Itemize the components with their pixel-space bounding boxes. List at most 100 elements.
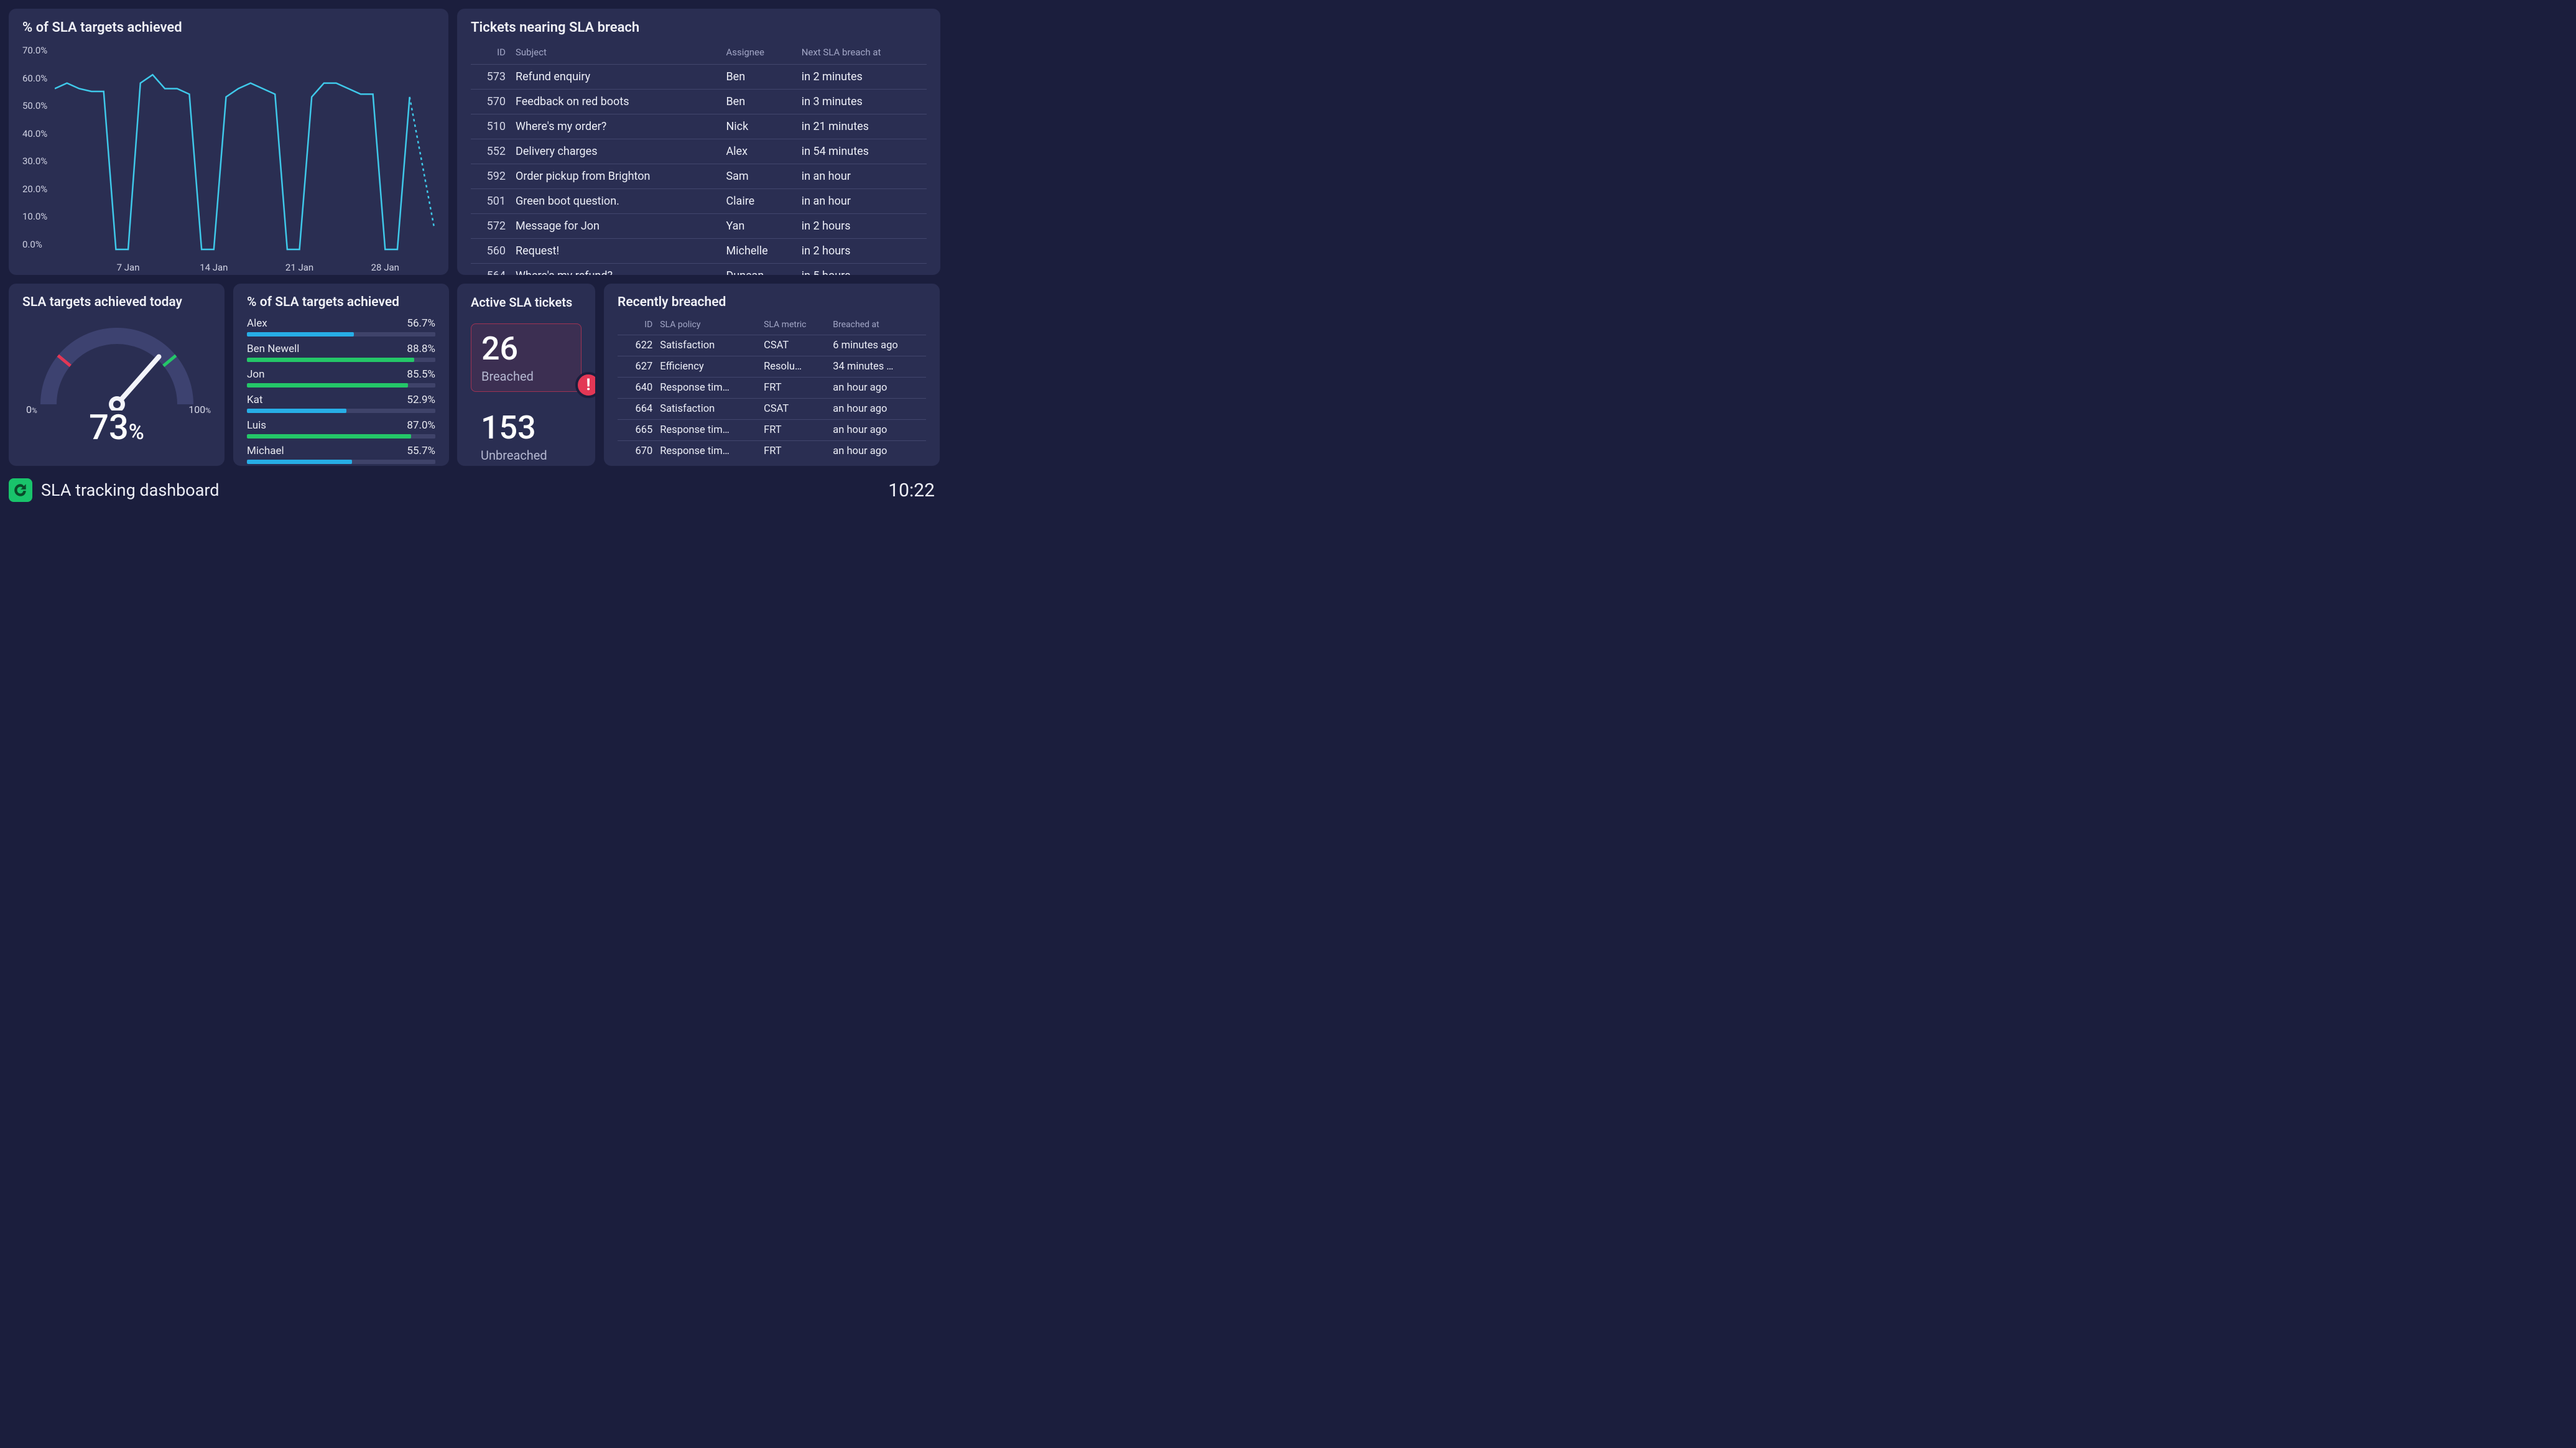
cell-subject: Order pickup from Brighton <box>511 164 721 189</box>
y-tick-label: 60.0% <box>22 73 47 84</box>
table-row[interactable]: 573Refund enquiryBenin 2 minutes <box>471 65 927 90</box>
cell-at: 34 minutes … <box>829 356 926 378</box>
cell-assignee: Nick <box>721 114 796 139</box>
cell-breach: in 2 hours <box>797 239 927 264</box>
col-breach: Next SLA breach at <box>797 43 927 65</box>
cell-subject: Feedback on red boots <box>511 90 721 114</box>
cell-metric: CSAT <box>760 335 829 356</box>
cell-metric: FRT <box>760 420 829 441</box>
sla-today-gauge-card: SLA targets achieved today 0% 100% 73% <box>9 284 225 466</box>
cell-at: 6 minutes ago <box>829 335 926 356</box>
logo-icon <box>9 478 32 502</box>
cell-policy: Satisfaction <box>656 399 760 420</box>
agent-row: Jon85.5% <box>247 368 435 388</box>
cell-metric: CSAT <box>760 399 829 420</box>
cell-breach: in 2 minutes <box>797 65 927 90</box>
table-row[interactable]: 570Feedback on red bootsBenin 3 minutes <box>471 90 927 114</box>
card-title: Active SLA tickets <box>471 295 581 310</box>
table-row[interactable]: 501Green boot question.Clairein an hour <box>471 189 927 214</box>
cell-breach: in 2 hours <box>797 214 927 239</box>
cell-subject: Green boot question. <box>511 189 721 214</box>
agent-name: Ben Newell <box>247 343 299 355</box>
cell-metric: Resolu… <box>760 356 829 378</box>
cell-id: 570 <box>471 90 511 114</box>
y-tick-label: 70.0% <box>22 45 47 56</box>
table-row[interactable]: 552Delivery chargesAlexin 54 minutes <box>471 139 927 164</box>
cell-policy: Satisfaction <box>656 335 760 356</box>
agent-pct: 56.7% <box>407 317 435 330</box>
cell-subject: Where's my refund? <box>511 264 721 276</box>
cell-assignee: Michelle <box>721 239 796 264</box>
agent-row: Kat52.9% <box>247 394 435 413</box>
cell-id: 564 <box>471 264 511 276</box>
cell-id: 573 <box>471 65 511 90</box>
cell-subject: Message for Jon <box>511 214 721 239</box>
agent-name: Luis <box>247 419 266 432</box>
y-tick-label: 50.0% <box>22 100 47 111</box>
table-row[interactable]: 627EfficiencyResolu…34 minutes … <box>618 356 926 378</box>
cell-id: 592 <box>471 164 511 189</box>
table-row[interactable]: 640Response tim…FRTan hour ago <box>618 378 926 399</box>
agent-name: Michael <box>247 445 284 457</box>
cell-id: 665 <box>618 420 656 441</box>
y-tick-label: 0.0% <box>22 239 42 250</box>
dashboard-title: SLA tracking dashboard <box>41 480 220 500</box>
agent-bar <box>247 409 435 413</box>
unbreached-label: Unbreached <box>481 448 572 463</box>
x-tick-label: 14 Jan <box>200 262 228 273</box>
alert-icon: ! <box>575 372 595 398</box>
agent-row: Ben Newell 88.8% <box>247 343 435 362</box>
cell-at: an hour ago <box>829 420 926 441</box>
col-assignee: Assignee <box>721 43 796 65</box>
tickets-nearing-table: ID Subject Assignee Next SLA breach at 5… <box>471 43 927 275</box>
cell-assignee: Yan <box>721 214 796 239</box>
gauge-max-label: 100% <box>188 404 211 415</box>
cell-assignee: Ben <box>721 90 796 114</box>
breached-value: 26 <box>481 333 571 365</box>
table-row[interactable]: 622SatisfactionCSAT6 minutes ago <box>618 335 926 356</box>
agent-bar <box>247 460 435 464</box>
table-row[interactable]: 664SatisfactionCSATan hour ago <box>618 399 926 420</box>
cell-subject: Where's my order? <box>511 114 721 139</box>
col-id: ID <box>618 317 656 335</box>
cell-metric: FRT <box>760 378 829 399</box>
y-tick-label: 30.0% <box>22 155 47 167</box>
agent-pct: 88.8% <box>407 343 435 355</box>
table-row[interactable]: 592Order pickup from BrightonSamin an ho… <box>471 164 927 189</box>
table-row[interactable]: 665Response tim…FRTan hour ago <box>618 420 926 441</box>
cell-id: 572 <box>471 214 511 239</box>
cell-subject: Request! <box>511 239 721 264</box>
agent-row: Alex56.7% <box>247 317 435 336</box>
table-row[interactable]: 510Where's my order?Nickin 21 minutes <box>471 114 927 139</box>
agent-row: Michael 55.7% <box>247 445 435 464</box>
cell-breach: in an hour <box>797 189 927 214</box>
cell-assignee: Alex <box>721 139 796 164</box>
x-tick-label: 28 Jan <box>371 262 399 273</box>
cell-at: an hour ago <box>829 378 926 399</box>
col-metric: SLA metric <box>760 317 829 335</box>
y-tick-label: 20.0% <box>22 183 47 195</box>
agent-pct: 55.7% <box>407 445 435 457</box>
agent-bar <box>247 332 435 336</box>
cell-subject: Delivery charges <box>511 139 721 164</box>
table-row[interactable]: 572Message for JonYanin 2 hours <box>471 214 927 239</box>
cell-id: 664 <box>618 399 656 420</box>
table-row[interactable]: 564Where's my refund?Duncanin 5 hours <box>471 264 927 276</box>
table-row[interactable]: 670Response tim…FRTan hour ago <box>618 441 926 462</box>
sla-trend-card: % of SLA targets achieved 0.0%10.0%20.0%… <box>9 9 448 275</box>
agent-name: Jon <box>247 368 264 381</box>
sla-trend-chart: 0.0%10.0%20.0%30.0%40.0%50.0%60.0%70.0%7… <box>22 43 435 273</box>
cell-policy: Response tim… <box>656 378 760 399</box>
agent-pct: 87.0% <box>407 419 435 432</box>
gauge-value: 73% <box>22 407 211 448</box>
cell-id: 560 <box>471 239 511 264</box>
card-title: SLA targets achieved today <box>22 295 211 310</box>
agent-sla-card: % of SLA targets achieved Alex56.7% Ben N… <box>233 284 449 466</box>
cell-id: 552 <box>471 139 511 164</box>
y-tick-label: 40.0% <box>22 128 47 139</box>
card-title: Tickets nearing SLA breach <box>471 20 927 35</box>
footer: SLA tracking dashboard 10:22 <box>9 478 935 502</box>
card-title: % of SLA targets achieved <box>247 295 435 310</box>
agent-pct: 52.9% <box>407 394 435 406</box>
table-row[interactable]: 560Request!Michellein 2 hours <box>471 239 927 264</box>
